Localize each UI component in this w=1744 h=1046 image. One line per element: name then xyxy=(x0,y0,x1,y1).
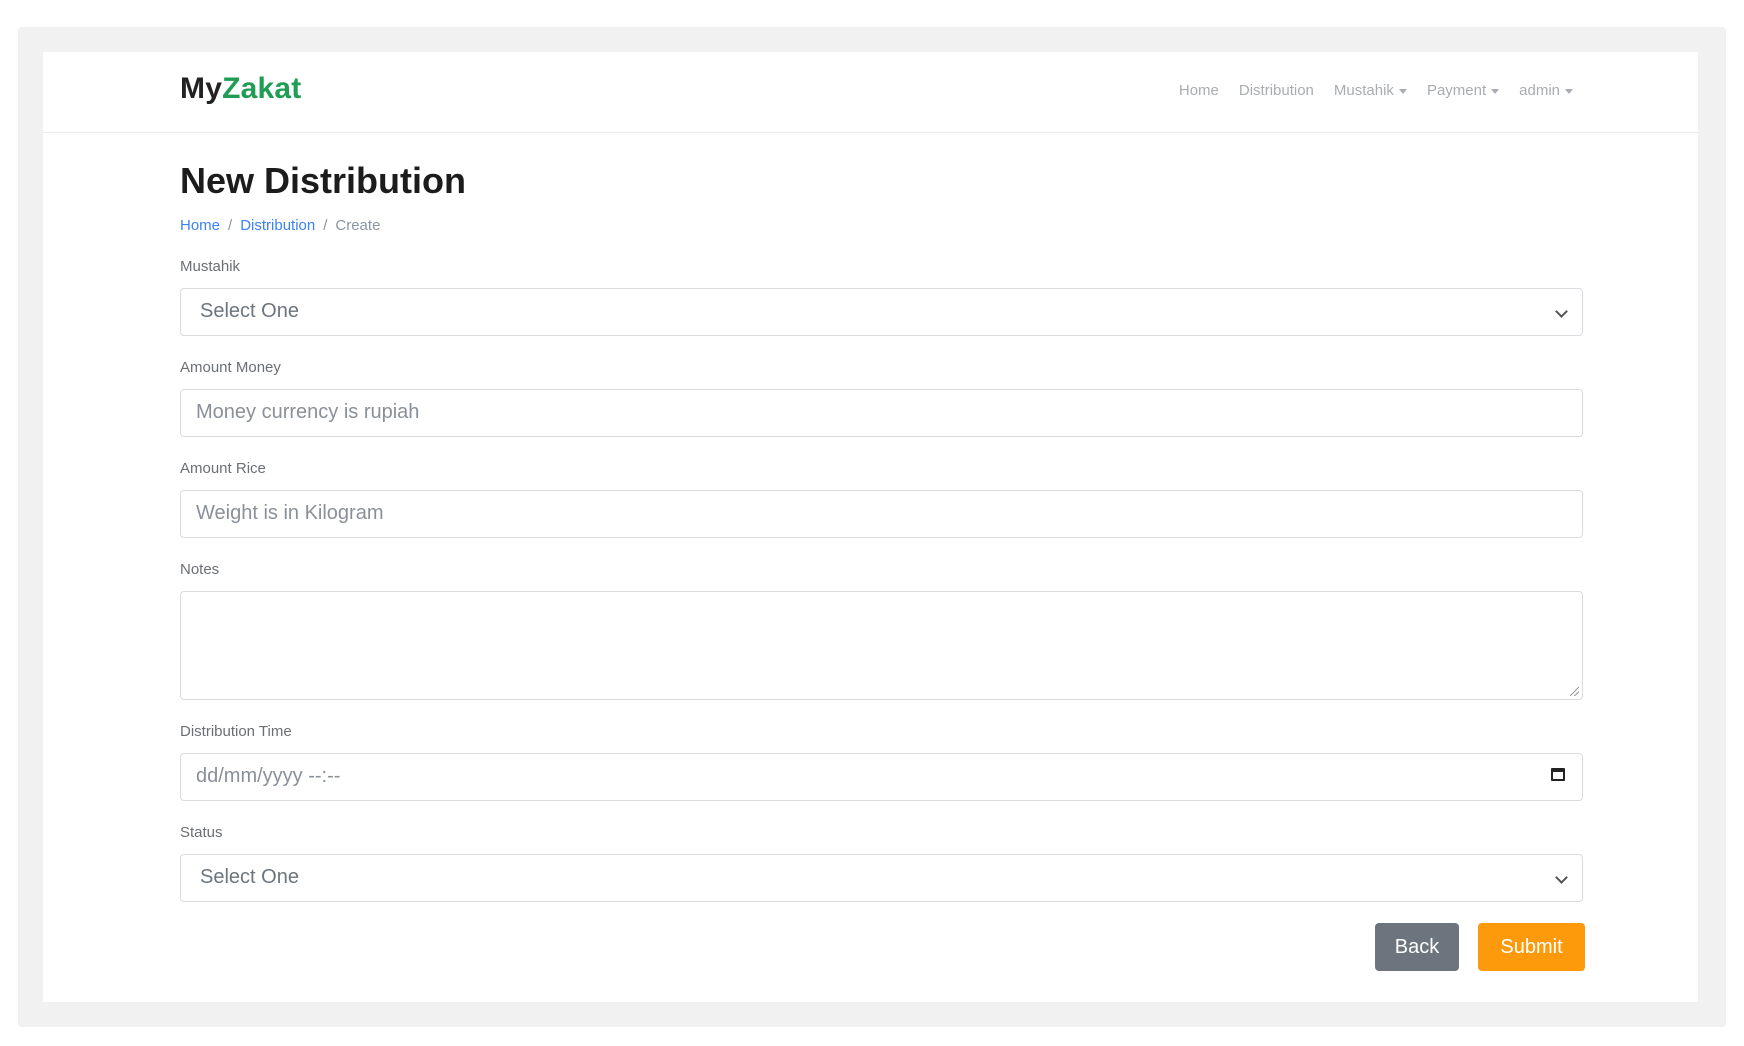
page: MyZakat Home Distribution Mustahik Payme… xyxy=(43,52,1698,1002)
notes-textarea[interactable] xyxy=(180,591,1583,700)
breadcrumb-separator: / xyxy=(228,217,233,234)
amount-money-input[interactable]: Money currency is rupiah xyxy=(180,389,1583,437)
amount-rice-placeholder: Weight is in Kilogram xyxy=(196,502,384,524)
status-select[interactable]: Select One xyxy=(180,854,1583,902)
breadcrumb: Home / Distribution / Create xyxy=(180,217,380,234)
mustahik-label: Mustahik xyxy=(180,258,241,275)
mustahik-selected-value: Select One xyxy=(200,300,299,322)
status-selected-value: Select One xyxy=(200,866,299,888)
amount-money-label: Amount Money xyxy=(180,359,281,376)
amount-rice-label: Amount Rice xyxy=(180,460,266,477)
mustahik-select[interactable]: Select One xyxy=(180,288,1583,336)
brand-prefix: My xyxy=(180,72,223,105)
notes-label: Notes xyxy=(180,561,220,578)
nav-home[interactable]: Home xyxy=(1179,82,1219,99)
distribution-time-label: Distribution Time xyxy=(180,723,292,740)
nav-admin-label: admin xyxy=(1519,82,1560,99)
resize-handle-icon[interactable] xyxy=(1570,687,1579,696)
back-button[interactable]: Back xyxy=(1375,923,1459,971)
brand-logo[interactable]: MyZakat xyxy=(180,72,301,106)
nav-payment-dropdown[interactable]: Payment xyxy=(1427,82,1499,99)
calendar-icon[interactable] xyxy=(1551,768,1565,781)
distribution-time-placeholder: dd/mm/yyyy --:-- xyxy=(196,765,341,787)
amount-money-placeholder: Money currency is rupiah xyxy=(196,401,420,423)
breadcrumb-separator: / xyxy=(323,217,328,234)
nav-mustahik-label: Mustahik xyxy=(1333,82,1394,99)
status-label: Status xyxy=(180,824,223,841)
nav-admin-dropdown[interactable]: admin xyxy=(1519,82,1573,99)
submit-button[interactable]: Submit xyxy=(1478,923,1585,971)
nav-links: Home Distribution Mustahik Payment admin xyxy=(1179,82,1573,99)
nav-payment-label: Payment xyxy=(1426,82,1487,99)
brand-accent: Zakat xyxy=(222,72,302,105)
nav-mustahik-dropdown[interactable]: Mustahik xyxy=(1334,82,1407,99)
navbar: MyZakat Home Distribution Mustahik Payme… xyxy=(43,52,1698,133)
chevron-down-icon xyxy=(1555,871,1568,884)
nav-distribution[interactable]: Distribution xyxy=(1239,82,1314,99)
page-title: New Distribution xyxy=(180,160,466,201)
distribution-time-input[interactable]: dd/mm/yyyy --:-- xyxy=(180,753,1583,801)
chevron-down-icon xyxy=(1555,305,1568,318)
amount-rice-input[interactable]: Weight is in Kilogram xyxy=(180,490,1583,538)
breadcrumb-create: Create xyxy=(335,217,381,234)
breadcrumb-home[interactable]: Home xyxy=(180,217,220,234)
breadcrumb-distribution[interactable]: Distribution xyxy=(240,217,315,234)
